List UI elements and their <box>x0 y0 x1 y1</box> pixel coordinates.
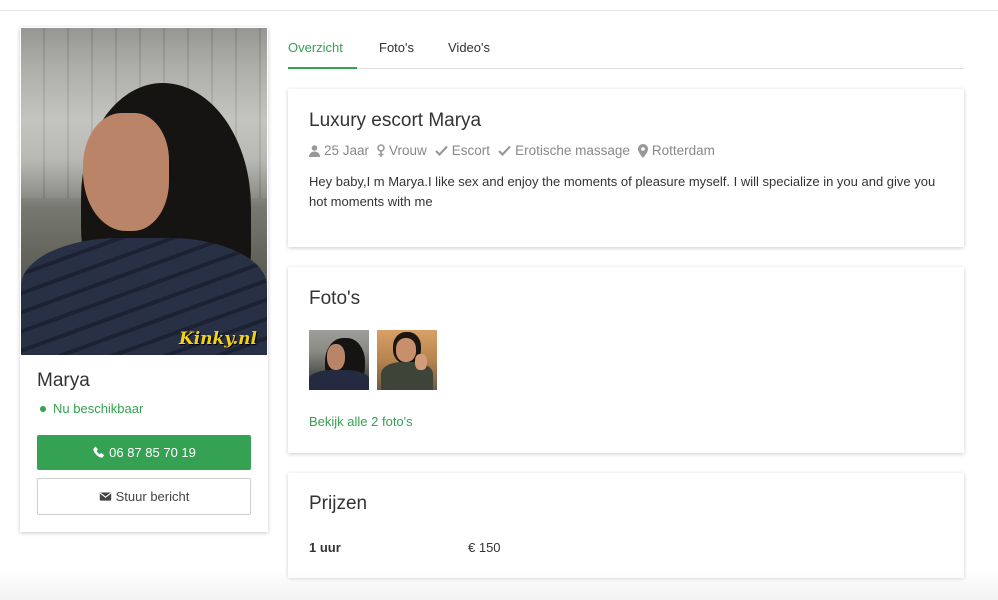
thumbnail-face <box>327 344 345 370</box>
photos-card: Foto's Bekijk alle 2 foto's <box>288 267 964 453</box>
photos-title: Foto's <box>309 288 361 309</box>
thumbnail-hand <box>415 354 427 370</box>
meta-age: 25 Jaar <box>309 143 369 158</box>
profile-title: Luxury escort Marya <box>309 110 482 131</box>
send-message-button[interactable]: Stuur bericht <box>37 478 251 515</box>
phone-icon <box>93 446 105 458</box>
bottom-fade <box>0 570 998 600</box>
meta-service-escort: Escort <box>435 143 490 158</box>
about-card: Luxury escort Marya 25 Jaar Vrouw Escort… <box>288 89 964 247</box>
gender-female-icon <box>377 144 385 157</box>
call-button-label: 06 87 85 70 19 <box>109 445 196 460</box>
check-icon <box>435 145 448 156</box>
profile-meta: 25 Jaar Vrouw Escort Erotische massage R… <box>309 143 723 158</box>
profile-name: Marya <box>37 370 90 391</box>
photo-thumbnail[interactable] <box>309 330 369 390</box>
price-amount: € 150 <box>468 540 501 555</box>
meta-gender: Vrouw <box>377 143 427 158</box>
meta-location: Rotterdam <box>637 143 715 158</box>
active-tab-indicator <box>288 67 357 69</box>
meta-service-massage-label: Erotische massage <box>515 143 630 158</box>
meta-gender-label: Vrouw <box>389 143 427 158</box>
send-message-label: Stuur bericht <box>115 489 190 504</box>
header-divider <box>0 10 998 11</box>
meta-service-escort-label: Escort <box>451 143 491 158</box>
profile-photo[interactable]: Kinky.nl <box>21 28 267 355</box>
tab-fotos[interactable]: Foto's <box>379 40 414 55</box>
price-duration: 1 uur <box>309 540 341 555</box>
profile-description: Hey baby,I m Marya.I like sex and enjoy … <box>309 174 936 209</box>
status-label: Nu beschikbaar <box>53 401 144 416</box>
map-marker-icon <box>637 143 648 158</box>
photo-face <box>83 113 169 231</box>
availability-status: Nu beschikbaar <box>37 401 143 416</box>
photo-thumbnail[interactable] <box>377 330 437 390</box>
status-dot-icon <box>40 405 46 412</box>
meta-service-massage: Erotische massage <box>498 143 630 158</box>
envelope-icon <box>99 492 111 501</box>
view-all-photos-link[interactable]: Bekijk alle 2 foto's <box>309 414 413 429</box>
person-icon <box>309 144 320 157</box>
prices-card: Prijzen 1 uur € 150 <box>288 473 964 578</box>
tab-overzicht[interactable]: Overzicht <box>288 40 343 55</box>
call-button[interactable]: 06 87 85 70 19 <box>37 435 251 470</box>
profile-card: Kinky.nl Marya Nu beschikbaar 06 87 85 7… <box>20 27 268 532</box>
prices-title: Prijzen <box>309 493 368 514</box>
tab-videos[interactable]: Video's <box>448 40 490 55</box>
photo-watermark: Kinky.nl <box>178 329 257 349</box>
thumbnail-face <box>396 338 416 362</box>
meta-age-label: 25 Jaar <box>324 143 370 158</box>
meta-location-label: Rotterdam <box>651 143 715 158</box>
check-icon <box>498 145 511 156</box>
profile-tabs: Overzicht Foto's Video's <box>288 28 964 69</box>
thumbnail-jacket <box>309 370 369 390</box>
